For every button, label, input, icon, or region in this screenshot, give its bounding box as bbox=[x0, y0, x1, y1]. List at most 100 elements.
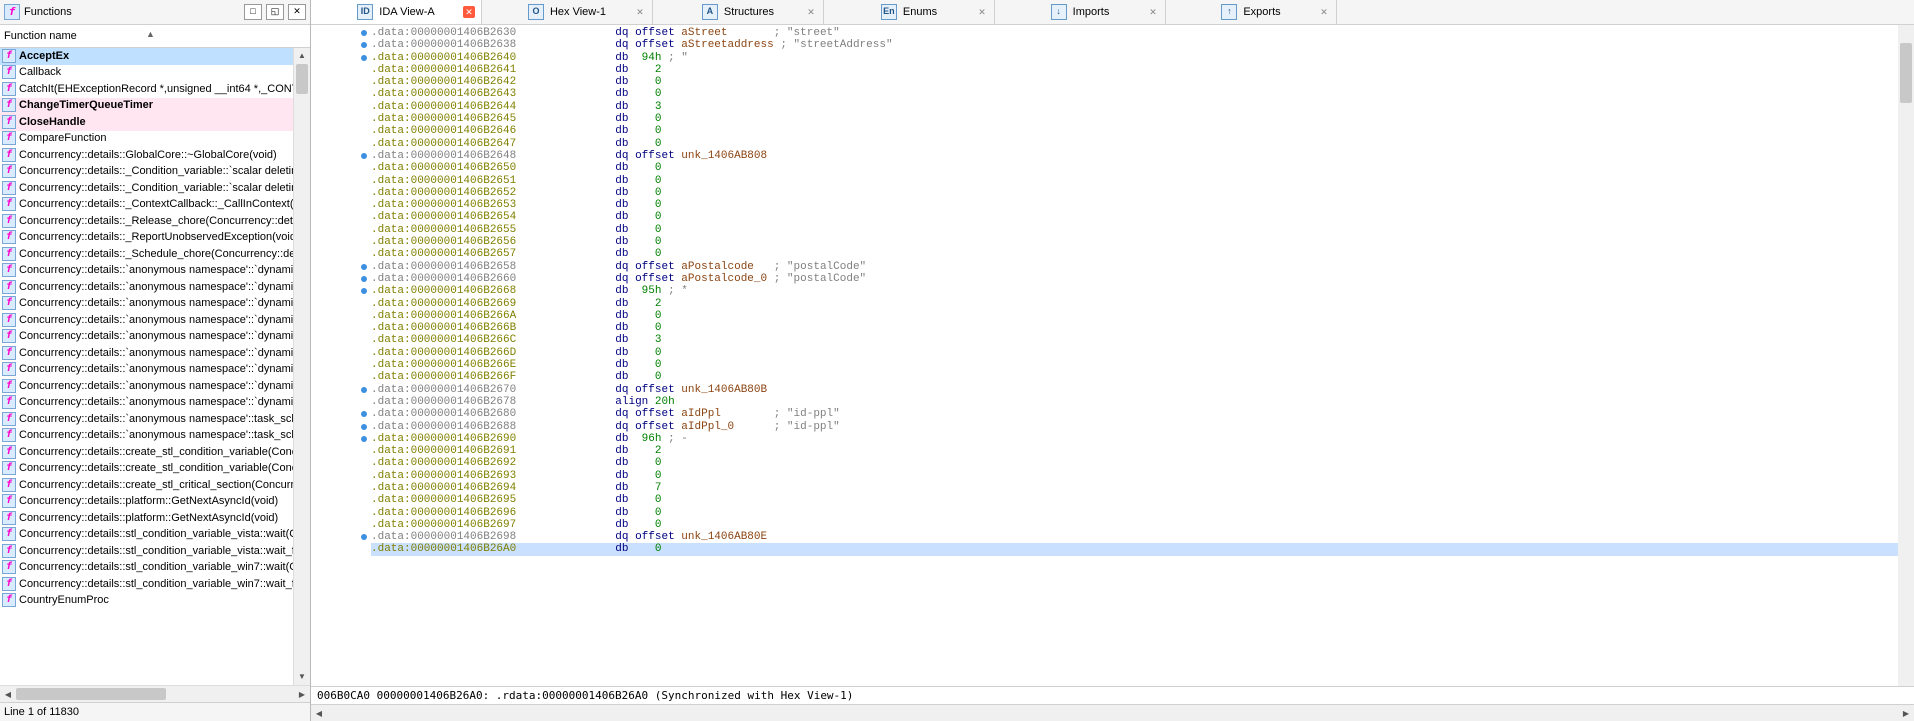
scroll-thumb[interactable] bbox=[1900, 43, 1912, 103]
xref[interactable]: unk_1406AB80E bbox=[681, 531, 767, 543]
disassembly-line[interactable]: .data:00000001406B26A0 db 0 bbox=[371, 543, 1898, 555]
xref[interactable]: aStreetaddress bbox=[681, 39, 773, 51]
disassembly-view[interactable]: .data:00000001406B2630 dq offset aStreet… bbox=[371, 25, 1898, 686]
disassembly-line[interactable]: .data:00000001406B2694 db 7 bbox=[371, 482, 1898, 494]
function-row[interactable]: fConcurrency::details::_Condition_variab… bbox=[0, 180, 293, 197]
function-row[interactable]: fChangeTimerQueueTimer bbox=[0, 98, 293, 115]
tab-close-icon[interactable]: ✕ bbox=[463, 6, 475, 18]
disassembly-line[interactable]: .data:00000001406B2645 db 0 bbox=[371, 113, 1898, 125]
xref[interactable]: unk_1406AB80B bbox=[681, 384, 767, 396]
breakpoint-dot-icon[interactable] bbox=[361, 387, 367, 393]
disassembly-line[interactable]: .data:00000001406B2696 db 0 bbox=[371, 507, 1898, 519]
tab-structures[interactable]: AStructures✕ bbox=[653, 0, 824, 24]
tab-imports[interactable]: ↓Imports✕ bbox=[995, 0, 1166, 24]
disassembly-line[interactable]: .data:00000001406B266F db 0 bbox=[371, 371, 1898, 383]
function-row[interactable]: fCallback bbox=[0, 65, 293, 82]
xref[interactable]: aIdPpl_0 bbox=[681, 421, 734, 433]
function-row[interactable]: fConcurrency::details::`anonymous namesp… bbox=[0, 263, 293, 280]
function-row[interactable]: fConcurrency::details::stl_condition_var… bbox=[0, 543, 293, 560]
tab-exports[interactable]: ↑Exports✕ bbox=[1166, 0, 1337, 24]
disassembly-line[interactable]: .data:00000001406B2688 dq offset aIdPpl_… bbox=[371, 421, 1898, 433]
tab-hex-view-1[interactable]: OHex View-1✕ bbox=[482, 0, 653, 24]
tab-close-icon[interactable]: ✕ bbox=[634, 6, 646, 18]
disassembly-line[interactable]: .data:00000001406B2680 dq offset aIdPpl … bbox=[371, 408, 1898, 420]
function-row[interactable]: fConcurrency::details::`anonymous namesp… bbox=[0, 345, 293, 362]
function-row[interactable]: fCompareFunction bbox=[0, 131, 293, 148]
function-row[interactable]: fConcurrency::details::GlobalCore::~Glob… bbox=[0, 147, 293, 164]
function-row[interactable]: fConcurrency::details::`anonymous namesp… bbox=[0, 428, 293, 445]
function-row[interactable]: fConcurrency::details::`anonymous namesp… bbox=[0, 296, 293, 313]
disassembly-horizontal-scrollbar[interactable]: ◀ ▶ bbox=[311, 704, 1914, 721]
disassembly-line[interactable]: .data:00000001406B2646 db 0 bbox=[371, 125, 1898, 137]
disassembly-line[interactable]: .data:00000001406B2643 db 0 bbox=[371, 88, 1898, 100]
tab-close-icon[interactable]: ✕ bbox=[976, 6, 988, 18]
function-row[interactable]: fCloseHandle bbox=[0, 114, 293, 131]
breakpoint-dot-icon[interactable] bbox=[361, 153, 367, 159]
breakpoint-dot-icon[interactable] bbox=[361, 55, 367, 61]
function-row[interactable]: fConcurrency::details::_Schedule_chore(C… bbox=[0, 246, 293, 263]
scroll-right-icon[interactable]: ▶ bbox=[1898, 709, 1914, 718]
disassembly-line[interactable]: .data:00000001406B2655 db 0 bbox=[371, 224, 1898, 236]
disassembly-vertical-scrollbar[interactable] bbox=[1898, 25, 1914, 686]
disassembly-line[interactable]: .data:00000001406B2640 db 94h ; " bbox=[371, 52, 1898, 64]
functions-list[interactable]: fAcceptExfCallbackfCatchIt(EHExceptionRe… bbox=[0, 48, 293, 685]
disassembly-line[interactable]: .data:00000001406B2647 db 0 bbox=[371, 138, 1898, 150]
function-row[interactable]: fConcurrency::details::_Condition_variab… bbox=[0, 164, 293, 181]
tab-ida-view-a[interactable]: IDIDA View-A✕ bbox=[311, 0, 482, 24]
xref[interactable]: aPostalcode bbox=[681, 261, 754, 273]
disassembly-line[interactable]: .data:00000001406B2652 db 0 bbox=[371, 187, 1898, 199]
disassembly-line[interactable]: .data:00000001406B2644 db 3 bbox=[371, 101, 1898, 113]
function-row[interactable]: fConcurrency::details::stl_condition_var… bbox=[0, 560, 293, 577]
disassembly-line[interactable]: .data:00000001406B2650 db 0 bbox=[371, 162, 1898, 174]
function-row[interactable]: fConcurrency::details::create_stl_condit… bbox=[0, 461, 293, 478]
disassembly-line[interactable]: .data:00000001406B2668 db 95h ; * bbox=[371, 285, 1898, 297]
function-row[interactable]: fConcurrency::details::stl_condition_var… bbox=[0, 527, 293, 544]
disassembly-line[interactable]: .data:00000001406B2654 db 0 bbox=[371, 211, 1898, 223]
disassembly-line[interactable]: .data:00000001406B2630 dq offset aStreet… bbox=[371, 27, 1898, 39]
function-row[interactable]: fConcurrency::details::`anonymous namesp… bbox=[0, 395, 293, 412]
tab-enums[interactable]: EnEnums✕ bbox=[824, 0, 995, 24]
scroll-right-icon[interactable]: ▶ bbox=[294, 690, 310, 699]
disassembly-line[interactable]: .data:00000001406B2691 db 2 bbox=[371, 445, 1898, 457]
breakpoint-dot-icon[interactable] bbox=[361, 534, 367, 540]
disassembly-line[interactable]: .data:00000001406B2693 db 0 bbox=[371, 470, 1898, 482]
disassembly-line[interactable]: .data:00000001406B266C db 3 bbox=[371, 334, 1898, 346]
panel-close-button[interactable]: ✕ bbox=[288, 4, 306, 20]
function-row[interactable]: fConcurrency::details::`anonymous namesp… bbox=[0, 378, 293, 395]
disassembly-line[interactable]: .data:00000001406B2695 db 0 bbox=[371, 494, 1898, 506]
xref[interactable]: aIdPpl bbox=[681, 408, 721, 420]
disassembly-line[interactable]: .data:00000001406B2656 db 0 bbox=[371, 236, 1898, 248]
breakpoint-dot-icon[interactable] bbox=[361, 30, 367, 36]
disassembly-line[interactable]: .data:00000001406B2697 db 0 bbox=[371, 519, 1898, 531]
disassembly-line[interactable]: .data:00000001406B2648 dq offset unk_140… bbox=[371, 150, 1898, 162]
disassembly-line[interactable]: .data:00000001406B2690 db 96h ; - bbox=[371, 433, 1898, 445]
disassembly-line[interactable]: .data:00000001406B266E db 0 bbox=[371, 359, 1898, 371]
breakpoint-dot-icon[interactable] bbox=[361, 42, 367, 48]
function-row[interactable]: fConcurrency::details::platform::GetNext… bbox=[0, 494, 293, 511]
function-row[interactable]: fConcurrency::details::`anonymous namesp… bbox=[0, 312, 293, 329]
tab-close-icon[interactable]: ✕ bbox=[1318, 6, 1330, 18]
function-row[interactable]: fConcurrency::details::platform::GetNext… bbox=[0, 510, 293, 527]
disassembly-line[interactable]: .data:00000001406B2669 db 2 bbox=[371, 298, 1898, 310]
breakpoint-dot-icon[interactable] bbox=[361, 276, 367, 282]
scroll-thumb[interactable] bbox=[16, 688, 166, 700]
disassembly-line[interactable]: .data:00000001406B2638 dq offset aStreet… bbox=[371, 39, 1898, 51]
disassembly-line[interactable]: .data:00000001406B2660 dq offset aPostal… bbox=[371, 273, 1898, 285]
scroll-down-icon[interactable]: ▼ bbox=[294, 669, 310, 685]
function-row[interactable]: fCatchIt(EHExceptionRecord *,unsigned __… bbox=[0, 81, 293, 98]
disassembly-line[interactable]: .data:00000001406B2641 db 2 bbox=[371, 64, 1898, 76]
disassembly-line[interactable]: .data:00000001406B2651 db 0 bbox=[371, 175, 1898, 187]
function-row[interactable]: fConcurrency::details::`anonymous namesp… bbox=[0, 329, 293, 346]
scroll-left-icon[interactable]: ◀ bbox=[311, 709, 327, 718]
xref[interactable]: unk_1406AB808 bbox=[681, 150, 767, 162]
disassembly-line[interactable]: .data:00000001406B2692 db 0 bbox=[371, 457, 1898, 469]
panel-restore-button[interactable]: ◱ bbox=[266, 4, 284, 20]
functions-vertical-scrollbar[interactable]: ▲ ▼ bbox=[293, 48, 310, 685]
function-row[interactable]: fConcurrency::details::create_stl_condit… bbox=[0, 444, 293, 461]
function-row[interactable]: fConcurrency::details::create_stl_critic… bbox=[0, 477, 293, 494]
breakpoint-dot-icon[interactable] bbox=[361, 436, 367, 442]
xref[interactable]: aPostalcode_0 bbox=[681, 273, 767, 285]
tab-close-icon[interactable]: ✕ bbox=[805, 6, 817, 18]
disassembly-line[interactable]: .data:00000001406B2653 db 0 bbox=[371, 199, 1898, 211]
function-row[interactable]: fConcurrency::details::_Release_chore(Co… bbox=[0, 213, 293, 230]
